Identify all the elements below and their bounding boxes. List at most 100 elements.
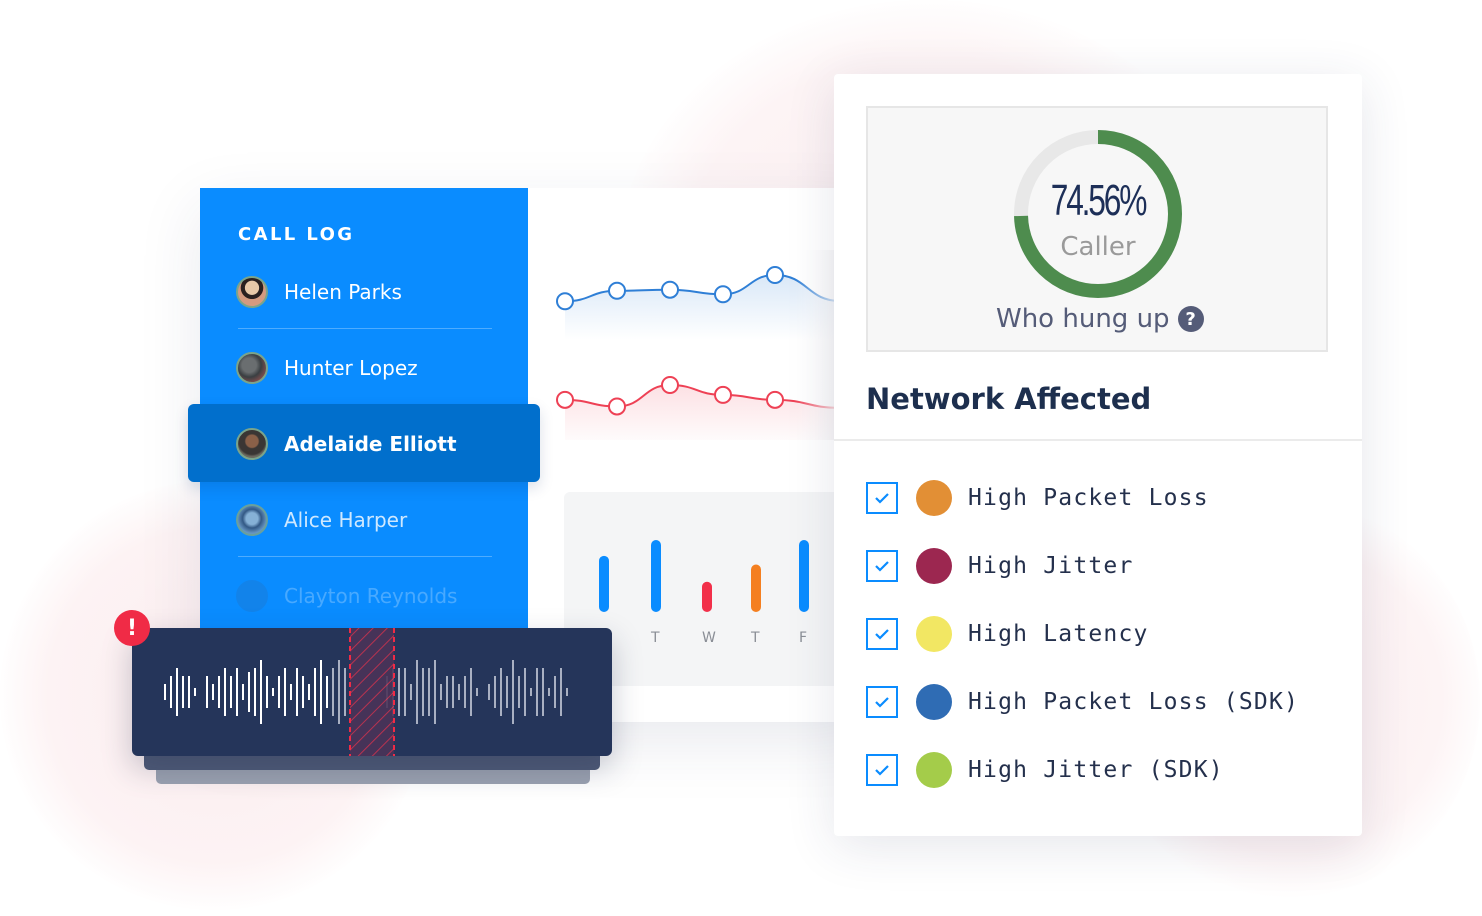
hangup-percent: 74.56% xyxy=(1050,176,1148,225)
avatar xyxy=(236,580,268,612)
waveform-bar xyxy=(194,688,196,696)
waveform-bar xyxy=(404,668,406,716)
alert-icon[interactable]: ! xyxy=(114,610,150,646)
bar[interactable] xyxy=(702,581,712,612)
check-icon xyxy=(875,629,889,640)
waveform-bar xyxy=(476,688,478,696)
hangup-party: Caller xyxy=(1060,232,1136,262)
waveform-bar xyxy=(428,668,430,716)
who-hung-up-text: Who hung up xyxy=(996,304,1170,334)
waveform-bar xyxy=(242,684,244,700)
checkbox[interactable] xyxy=(866,618,898,650)
waveform-bar xyxy=(260,660,262,724)
waveform-bar xyxy=(506,676,508,708)
audio-waveform-card[interactable] xyxy=(132,628,612,756)
waveform-bar xyxy=(272,688,274,696)
color-dot-icon xyxy=(916,684,952,720)
waveform-bar xyxy=(170,676,172,708)
waveform-bar xyxy=(458,684,460,700)
waveform-bar xyxy=(434,660,436,724)
checkbox[interactable] xyxy=(866,686,898,718)
bar-axis-label: W xyxy=(702,630,716,646)
waveform-bar xyxy=(302,676,304,708)
network-item: High Jitter xyxy=(866,548,1134,584)
bar-axis-label: T xyxy=(651,630,660,646)
who-hung-up-label: Who hung up ? xyxy=(996,304,1204,334)
network-item-label: High Latency xyxy=(968,621,1149,647)
waveform-bar xyxy=(542,668,544,716)
avatar xyxy=(236,504,268,536)
waveform-bar xyxy=(308,684,310,700)
network-item: High Packet Loss xyxy=(866,480,1209,516)
waveform-bar xyxy=(266,676,268,708)
color-dot-icon xyxy=(916,480,952,516)
waveform-bar xyxy=(566,688,568,696)
network-item: High Jitter (SDK) xyxy=(866,752,1224,788)
bar[interactable] xyxy=(651,540,661,612)
caller-item[interactable]: Helen Parks xyxy=(236,274,402,310)
network-item-label: High Packet Loss xyxy=(968,485,1209,511)
waveform-bar xyxy=(446,676,448,708)
line-chart xyxy=(540,250,840,440)
waveform-bar xyxy=(206,676,208,708)
waveform xyxy=(164,628,568,756)
waveform-bar xyxy=(530,688,532,696)
waveform-bar xyxy=(524,668,526,716)
caller-name: Clayton Reynolds xyxy=(284,584,458,608)
network-item-label: High Packet Loss (SDK) xyxy=(968,689,1300,715)
checkbox[interactable] xyxy=(866,482,898,514)
help-icon[interactable]: ? xyxy=(1177,306,1204,332)
waveform-bar xyxy=(224,668,226,716)
call-log-title: CALL LOG xyxy=(238,224,355,245)
bar[interactable] xyxy=(751,564,761,612)
waveform-bar xyxy=(212,684,214,700)
color-dot-icon xyxy=(916,548,952,584)
bar[interactable] xyxy=(799,540,809,612)
waveform-bar xyxy=(560,668,562,716)
waveform-bar xyxy=(182,676,184,708)
waveform-bar xyxy=(236,668,238,716)
waveform-bar xyxy=(326,676,328,708)
caller-name: Hunter Lopez xyxy=(284,356,418,380)
waveform-bar xyxy=(290,684,292,700)
waveform-bar xyxy=(554,676,556,708)
waveform-bar xyxy=(494,676,496,708)
caller-name: Alice Harper xyxy=(284,508,408,532)
network-item: High Packet Loss (SDK) xyxy=(866,684,1299,720)
bar-axis-label: F xyxy=(799,630,808,646)
waveform-bar xyxy=(332,668,334,716)
caller-item[interactable]: Hunter Lopez xyxy=(236,350,418,386)
caller-item[interactable]: Clayton Reynolds xyxy=(236,578,457,614)
caller-item-active[interactable]: Adelaide Elliott xyxy=(236,426,457,462)
caller-item[interactable]: Alice Harper xyxy=(236,502,407,538)
waveform-bar xyxy=(452,676,454,708)
divider xyxy=(238,556,492,557)
divider xyxy=(834,439,1362,441)
waveform-bar xyxy=(440,684,442,700)
waveform-bar xyxy=(500,668,502,716)
bar[interactable] xyxy=(599,555,609,612)
waveform-bar xyxy=(230,676,232,708)
waveform-bar xyxy=(344,668,346,716)
waveform-bar xyxy=(254,668,256,716)
waveform-bar xyxy=(518,676,520,708)
waveform-bar xyxy=(416,660,418,724)
waveform-bar xyxy=(470,668,472,716)
waveform-bar xyxy=(296,668,298,716)
checkbox[interactable] xyxy=(866,754,898,786)
checkbox[interactable] xyxy=(866,550,898,582)
avatar xyxy=(236,428,268,460)
bar-axis-label: T xyxy=(751,630,760,646)
waveform-bar xyxy=(398,668,400,716)
network-item-label: High Jitter (SDK) xyxy=(968,757,1224,783)
waveform-bar xyxy=(248,672,250,712)
waveform-bar xyxy=(548,688,550,696)
network-item: High Latency xyxy=(866,616,1149,652)
issue-highlight-region[interactable] xyxy=(350,628,394,756)
waveform-bar xyxy=(164,684,166,700)
check-icon xyxy=(875,697,889,708)
network-affected-title: Network Affected xyxy=(866,382,1152,416)
network-item-label: High Jitter xyxy=(968,553,1134,579)
waveform-bar xyxy=(176,668,178,716)
caller-name: Adelaide Elliott xyxy=(284,432,457,456)
